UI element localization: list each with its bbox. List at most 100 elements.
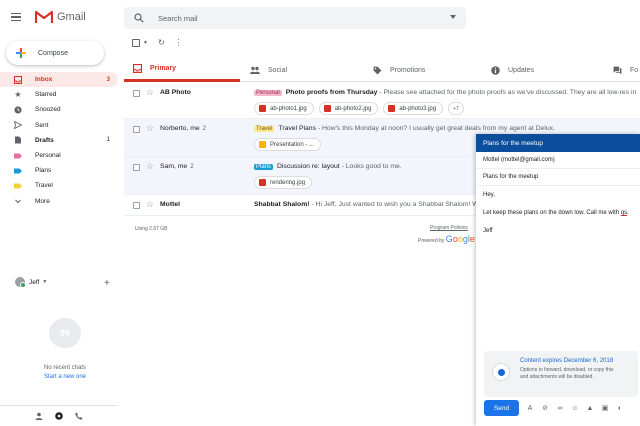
search-bar[interactable]: Search mail [124,7,466,29]
table-row[interactable]: ☆ AB Photo Personal Photo proofs from Thu… [124,83,640,119]
tag-icon [372,65,382,75]
sidebar-item-travel[interactable]: Travel [0,178,118,193]
send-icon [14,121,22,130]
person-icon[interactable] [35,412,43,420]
powered-by: Powered by Google [418,234,475,244]
list-toolbar: ▼ ↻ ⋮ [132,38,183,47]
search-options-icon[interactable] [450,15,456,19]
row-checkbox[interactable] [133,164,140,171]
star-icon[interactable]: ☆ [146,87,154,98]
confidential-mode-banner[interactable]: Content expires December 6, 2018 Options… [484,351,638,397]
tab-promotions[interactable]: Promotions [372,58,425,82]
sidebar-item-starred[interactable]: ★ Starred [0,87,118,102]
chevron-down-icon [14,197,22,205]
emoji-icon[interactable]: ☺ [571,404,579,412]
google-logo: Google [445,234,475,244]
label-chip[interactable]: Travel [254,126,275,132]
star-icon: ★ [14,90,22,100]
phone-icon[interactable] [75,412,83,420]
star-icon[interactable]: ☆ [146,199,154,210]
label-chip[interactable]: Personal [254,90,282,96]
label-chip[interactable]: Plans [254,164,274,170]
subject-field[interactable]: Plans for the meetup [476,169,640,186]
sidebar-item-inbox[interactable]: Inbox 3 [0,72,118,88]
sidebar-item-sent[interactable]: Sent [0,118,118,133]
star-icon[interactable]: ☆ [146,123,154,134]
draft-icon [14,136,22,144]
sidebar-item-more[interactable]: More [0,194,118,209]
attachment-chip[interactable]: Presentation - ... [254,138,322,151]
label-icon [14,152,22,160]
select-all-checkbox[interactable] [132,38,140,47]
sidebar-item-label: Travel [35,182,53,190]
email-content: Personal Photo proofs from Thursday - Ple… [254,89,636,96]
main-menu-icon[interactable] [11,13,21,21]
attachment-chip[interactable]: ab-photo3.jpg [383,102,444,115]
inbox-icon [14,75,22,84]
storage-usage: Using 2.67 GB [135,226,168,232]
drive-icon[interactable]: ▲ [586,404,594,412]
star-icon[interactable]: ☆ [146,161,154,172]
photo-icon[interactable]: ▣ [601,404,609,412]
email-content: Travel Travel Plans - How's this Monday a… [254,125,555,132]
tab-social[interactable]: Social [250,58,287,82]
misspelled-word[interactable]: qs [621,210,627,216]
attachment-chip[interactable]: ab-photo2.jpg [318,102,379,115]
more-attachments-chip[interactable]: +7 [448,102,464,115]
row-checkbox[interactable] [133,90,140,97]
tab-forums[interactable]: Fo [612,58,638,82]
tab-label: Primary [150,65,177,72]
no-chats-text: No recent chats [43,365,87,371]
chat-icon[interactable] [55,412,63,420]
hangouts-bubble-text: 99 [59,328,70,338]
sidebar-item-label: Drafts [35,136,54,144]
draft-count: 1 [106,137,110,144]
send-button[interactable]: Send [484,400,519,416]
hangouts-user-name: Jeff [29,278,40,286]
to-field[interactable]: Mottel (mottel@gmail.com) [476,152,640,169]
row-checkbox[interactable] [133,126,140,133]
more-vert-icon[interactable]: ⋮ [175,38,183,47]
sidebar-item-label: Sent [35,121,49,129]
top-bar: Gmail Search mail [0,0,640,36]
compose-window-title[interactable]: Plans for the meetup [476,134,640,152]
formatting-icon[interactable]: A [526,404,534,412]
body-signature: Jeff [483,228,493,235]
sidebar-item-plans[interactable]: Plans [0,163,118,178]
sidebar-item-drafts[interactable]: Drafts 1 [0,133,118,148]
confidential-description: Options to forward, download, or copy th… [520,367,614,380]
select-options-icon[interactable]: ▼ [143,40,148,46]
email-snippet: - Hi Jeff, Just wanted to wish you a Sha… [309,201,483,208]
gmail-logo[interactable]: Gmail [35,10,86,24]
search-input[interactable]: Search mail [158,14,198,23]
row-checkbox[interactable] [133,202,140,209]
email-subject: Discussion re: layout [277,163,340,170]
hangouts-user[interactable]: Jeff ▼ [15,277,47,288]
refresh-icon[interactable]: ↻ [158,38,165,47]
program-policies-link[interactable]: Program Policies [430,225,468,231]
tab-updates[interactable]: Updates [490,58,534,82]
email-content: Shabbat Shalom! - Hi Jeff, Just wanted t… [254,201,482,208]
attach-icon[interactable]: ⊘ [541,404,549,412]
compose-window: Plans for the meetup Mottel (mottel@gmai… [476,134,640,426]
link-icon[interactable]: ∞ [556,404,564,412]
email-snippet: - Please see attached for the photo proo… [377,89,637,96]
attachment-chip[interactable]: rendering.jpg [254,176,313,189]
sidebar-item-label: Snoozed [35,106,61,114]
sidebar-item-personal[interactable]: Personal [0,148,118,163]
email-sender: AB Photo [160,89,191,96]
compose-button[interactable]: Compose [6,41,104,65]
hangouts-footer [0,405,118,426]
confidential-mode-icon[interactable]: ◐ [616,404,624,412]
tab-primary[interactable]: Primary [124,58,240,82]
compose-footer: Send A ⊘ ∞ ☺ ▲ ▣ ◐ [484,398,640,418]
tab-label: Social [268,66,288,74]
sidebar-item-snoozed[interactable]: Snoozed [0,102,118,117]
message-body[interactable]: Hey, Let keep these plans on the down lo… [483,192,638,247]
image-file-icon [259,179,266,186]
category-tabs: Primary Social Promotions Updates Fo [124,58,640,82]
search-icon[interactable] [134,13,144,23]
attachment-chip[interactable]: ab-photo1.jpg [254,102,314,115]
start-chat-link[interactable]: Start a new one [20,374,110,380]
add-chat-icon[interactable]: + [104,278,110,289]
